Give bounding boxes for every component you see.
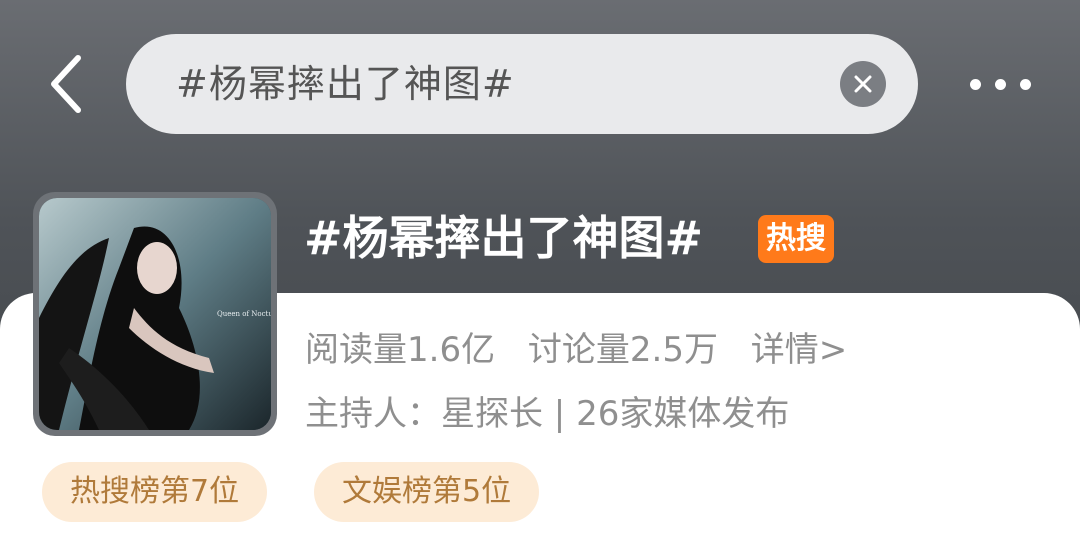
search-query-text: #杨幂摔出了神图# bbox=[176, 62, 515, 106]
thumbnail-image: Queen of Nocturne bbox=[39, 198, 271, 430]
close-icon bbox=[854, 75, 872, 93]
topic-title: #杨幂摔出了神图# bbox=[304, 211, 704, 265]
chevron-left-icon bbox=[51, 55, 81, 113]
search-input[interactable]: #杨幂摔出了神图# bbox=[126, 34, 918, 134]
rank-tag-hot[interactable]: 热搜榜第7位 bbox=[42, 462, 268, 522]
thumbnail-caption: Queen of Nocturne bbox=[217, 310, 271, 318]
read-count: 阅读量1.6亿 bbox=[305, 330, 496, 370]
discussion-count: 讨论量2.5万 bbox=[527, 330, 718, 370]
hot-badge: 热搜 bbox=[758, 215, 834, 263]
back-button[interactable] bbox=[36, 52, 96, 116]
more-horizontal-icon bbox=[969, 78, 981, 90]
rank-tag-entertainment[interactable]: 文娱榜第5位 bbox=[314, 462, 540, 522]
more-options-button[interactable] bbox=[960, 66, 1040, 102]
more-dot bbox=[1019, 78, 1031, 90]
details-link[interactable]: 详情> bbox=[751, 330, 848, 370]
top-bar: #杨幂摔出了神图# bbox=[0, 0, 1080, 160]
topic-stats: 阅读量1.6亿 讨论量2.5万 详情> bbox=[305, 322, 869, 371]
clear-search-button[interactable] bbox=[840, 61, 886, 107]
portrait-figure: Queen of Nocturne bbox=[39, 198, 271, 430]
topic-thumbnail[interactable]: Queen of Nocturne bbox=[33, 192, 277, 436]
more-dot bbox=[994, 78, 1006, 90]
host-info: 主持人：星探长 | 26家媒体发布 bbox=[305, 394, 790, 434]
